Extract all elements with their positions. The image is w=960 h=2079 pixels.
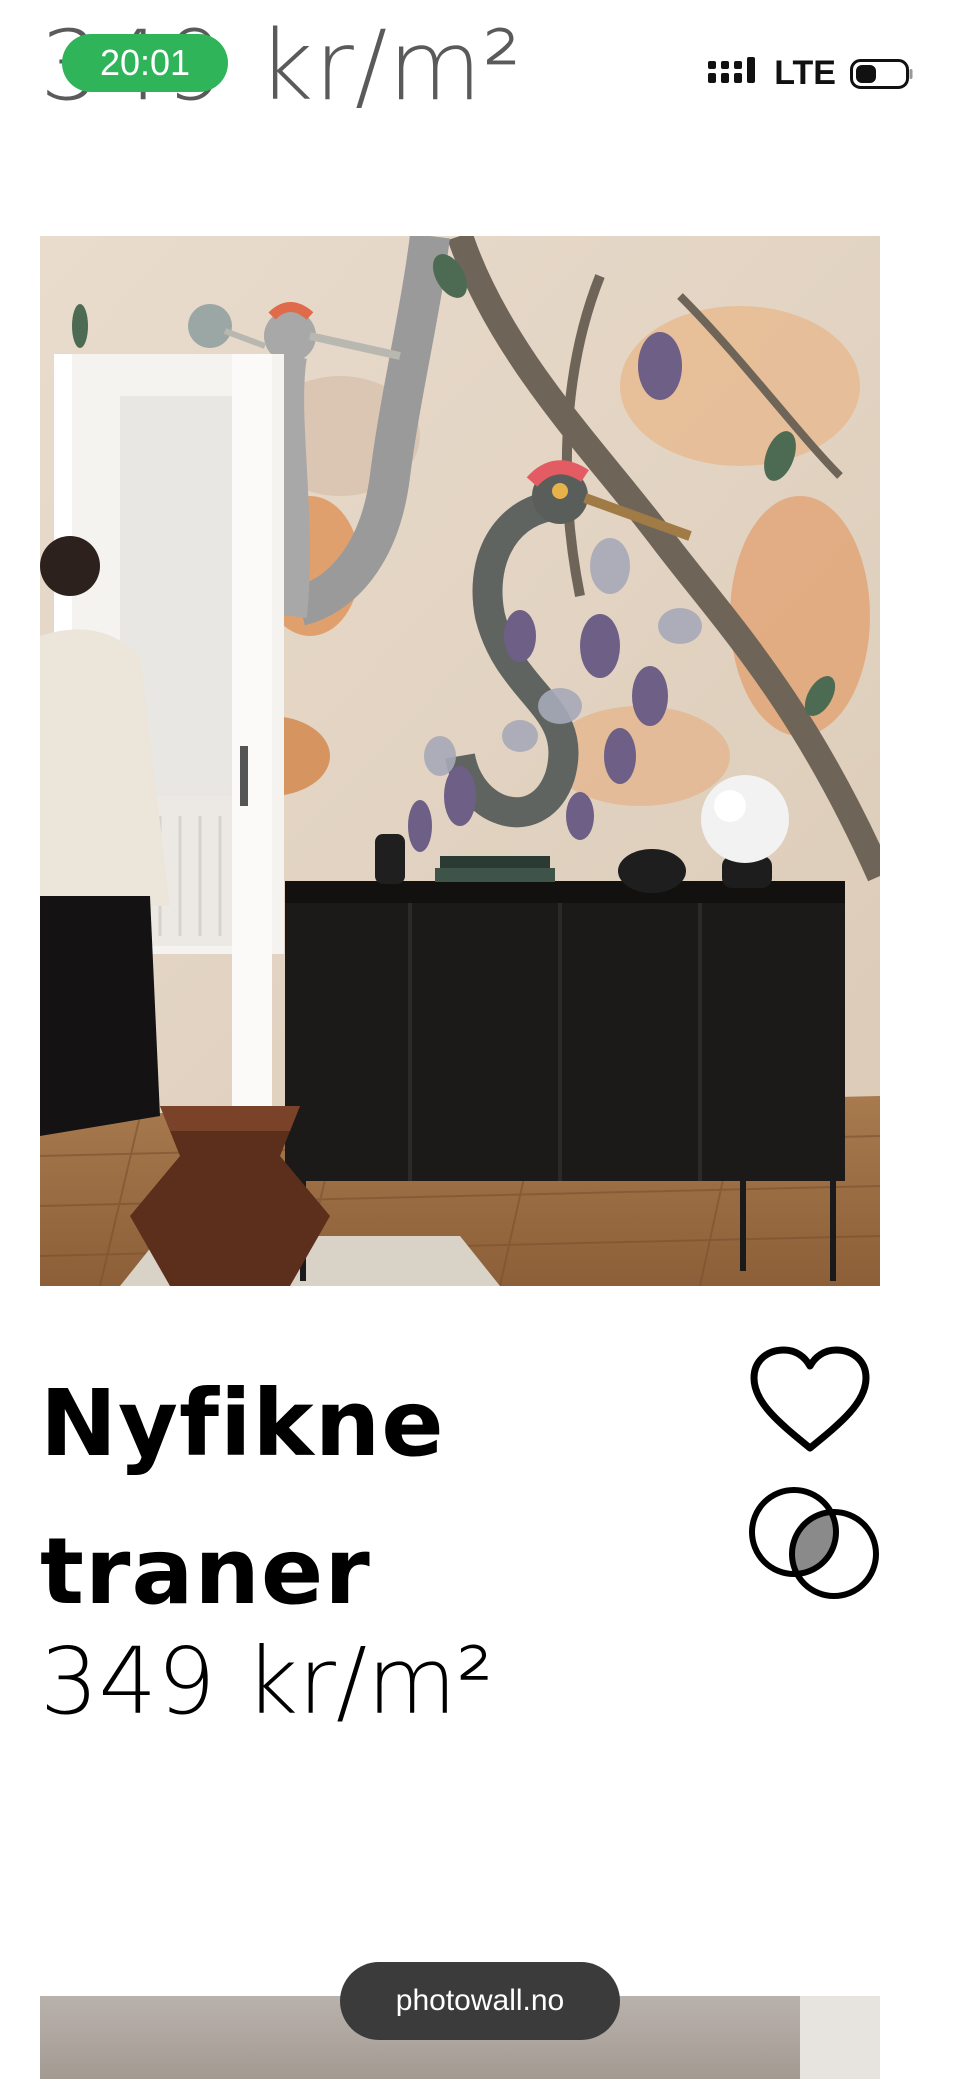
wallpaper-room-photo <box>40 236 880 1286</box>
browser-url-bar[interactable]: photowall.no <box>340 1962 620 2040</box>
product-title-line1: Nyfikne <box>40 1370 445 1477</box>
status-indicators: LTE <box>708 54 914 93</box>
status-bar: 349 kr/m² 20:01 LTE <box>0 0 960 120</box>
product-title: Nyfikne traner <box>40 1350 720 1646</box>
status-time[interactable]: 20:01 <box>62 34 228 92</box>
next-image-highlight <box>800 1996 880 2079</box>
heart-icon <box>750 1346 870 1452</box>
compare-circles-icon <box>749 1487 879 1599</box>
signal-bars-icon <box>708 56 756 83</box>
product-price: 349 kr/m² <box>40 1628 494 1735</box>
network-type: LTE <box>774 54 836 92</box>
favorite-button[interactable] <box>748 1344 872 1460</box>
product-title-line2: traner <box>40 1518 371 1625</box>
product-image[interactable] <box>40 236 880 1286</box>
battery-icon <box>850 58 913 89</box>
compare-button[interactable] <box>746 1484 882 1602</box>
